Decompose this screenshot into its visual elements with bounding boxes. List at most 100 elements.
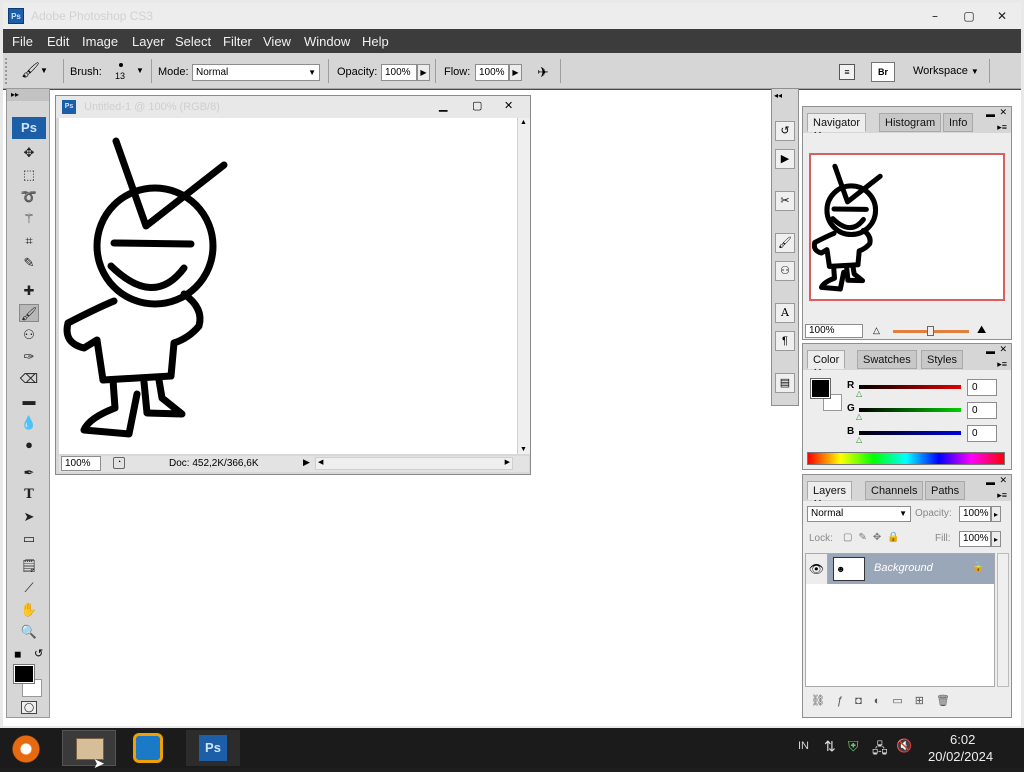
paragraph-panel-icon[interactable]: ¶ (775, 331, 795, 351)
slider-thumb[interactable] (927, 326, 934, 336)
canvas[interactable] (59, 118, 517, 454)
network-icon[interactable]: 🖧 (872, 738, 888, 762)
eraser-tool-icon[interactable]: ⌫ (19, 370, 39, 388)
volume-muted-icon[interactable]: 🔇 (896, 738, 912, 754)
tab-color[interactable]: Color ✕ (807, 350, 846, 379)
dodge-tool-icon[interactable]: ● (19, 436, 39, 454)
menu-image[interactable]: Image (82, 34, 118, 49)
menu-filter[interactable]: Filter (223, 34, 252, 49)
clone-stamp-tool-icon[interactable]: ⚇ (19, 326, 39, 344)
panel-menu-icon[interactable]: ▸≡ (997, 359, 1007, 370)
panel-close-icon[interactable]: ✕ (999, 475, 1007, 486)
menu-file[interactable]: File (12, 34, 33, 49)
tab-layers[interactable]: Layers ✕ (807, 481, 853, 510)
panel-minimize-icon[interactable]: ▬ (986, 477, 995, 487)
layer-opacity-button[interactable]: ▸ (991, 506, 1001, 522)
red-slider[interactable] (859, 385, 961, 389)
horizontal-scrollbar[interactable]: ◀ ▶ (315, 457, 513, 470)
flow-field[interactable]: 100% (475, 64, 509, 81)
blur-tool-icon[interactable]: 💧 (19, 414, 39, 432)
maximize-button[interactable]: ▢ (961, 9, 977, 23)
ubuntu-start-icon[interactable] (10, 733, 42, 765)
scroll-left-icon[interactable]: ◀ (318, 458, 323, 466)
airbrush-icon[interactable]: ✈ (532, 62, 554, 82)
move-tool-icon[interactable]: ✥ (19, 144, 39, 162)
menu-select[interactable]: Select (175, 34, 211, 49)
hand-tool-icon[interactable]: ✋ (19, 601, 39, 619)
eyedropper-tool-icon[interactable]: ⟋ (19, 579, 39, 597)
layer-fill-button[interactable]: ▸ (991, 531, 1001, 547)
tab-channels[interactable]: Channels (865, 481, 924, 500)
history-panel-icon[interactable]: ↺ (775, 121, 795, 141)
layers-scrollbar[interactable] (997, 553, 1009, 687)
dock-collapse-icon[interactable]: ◂◂ (774, 91, 782, 100)
status-menu-arrow-icon[interactable]: ▶ (303, 457, 310, 468)
slice-tool-icon[interactable]: ✎ (19, 254, 39, 272)
blue-slider[interactable] (859, 431, 961, 435)
keyboard-language[interactable]: IN (798, 740, 809, 752)
brush-tool-preset-icon[interactable]: 🖌▼ (21, 61, 51, 81)
clock-time[interactable]: 6:02 (950, 732, 975, 747)
red-value-field[interactable]: 0 (967, 379, 997, 396)
scroll-right-icon[interactable]: ▶ (505, 458, 510, 466)
layer-fill-field[interactable]: 100% (959, 531, 991, 547)
security-shield-icon[interactable]: ⛨ (848, 738, 859, 755)
status-icon[interactable]: ◔ (113, 457, 125, 469)
brush-picker[interactable]: 13 ▼ (115, 61, 145, 85)
green-slider-thumb[interactable]: △ (856, 412, 862, 421)
zoom-tool-icon[interactable]: 🔍 (19, 623, 39, 641)
clock-date[interactable]: 20/02/2024 (928, 749, 993, 764)
panel-close-icon[interactable]: ✕ (999, 107, 1007, 118)
navigator-zoom-slider[interactable] (893, 326, 969, 336)
vertical-scrollbar[interactable]: ▲ ▼ (517, 118, 530, 454)
tab-swatches[interactable]: Swatches (857, 350, 917, 369)
tab-navigator[interactable]: Navigator ✕ (807, 113, 867, 142)
title-bar[interactable]: Ps Adobe Photoshop CS3 – ▢ ✕ (3, 3, 1021, 29)
healing-brush-tool-icon[interactable]: ✚ (19, 282, 39, 300)
navigator-preview[interactable] (809, 153, 1005, 301)
menu-view[interactable]: View (263, 34, 291, 49)
minimize-button[interactable]: – (927, 9, 943, 23)
red-slider-thumb[interactable]: △ (856, 389, 862, 398)
green-slider[interactable] (859, 408, 961, 412)
opacity-slider-button[interactable]: ▶ (417, 64, 430, 81)
magic-wand-tool-icon[interactable]: ⚚ (19, 210, 39, 228)
notes-tool-icon[interactable]: 🗒 (19, 557, 39, 575)
opacity-field[interactable]: 100% (381, 64, 417, 81)
options-grip[interactable] (5, 58, 11, 84)
green-value-field[interactable]: 0 (967, 402, 997, 419)
crop-tool-icon[interactable]: ⌗ (19, 232, 39, 250)
type-tool-icon[interactable]: T (19, 486, 39, 504)
flow-slider-button[interactable]: ▶ (509, 64, 522, 81)
brush-tool-icon[interactable]: 🖌 (19, 304, 39, 322)
scroll-up-icon[interactable]: ▲ (520, 119, 527, 126)
layer-blend-mode-select[interactable]: Normal ▼ (807, 506, 911, 522)
mode-select[interactable]: Normal ▼ (192, 64, 320, 81)
panel-minimize-icon[interactable]: ▬ (986, 346, 995, 356)
doc-close-button[interactable]: ✕ (504, 99, 513, 112)
workspace-menu[interactable]: Workspace ▼ (913, 65, 979, 77)
palette-well-icon[interactable]: ≡ (839, 64, 855, 80)
layers-footer-icons[interactable]: ⛓ƒ◘◐▭⊞🗑 (811, 694, 962, 707)
default-colors-icon[interactable]: ◼ (14, 649, 21, 660)
taskbar-photoshop[interactable]: Ps (186, 730, 240, 766)
tool-presets-icon[interactable]: ✂ (775, 191, 795, 211)
pen-tool-icon[interactable]: ✒ (19, 464, 39, 482)
toolbox-collapse-icon[interactable]: ▸▸ (7, 89, 49, 101)
panel-minimize-icon[interactable]: ▬ (986, 109, 995, 119)
scroll-down-icon[interactable]: ▼ (520, 446, 527, 453)
document-title-bar[interactable]: Ps Untitled-1 @ 100% (RGB/8) ▁ ▢ ✕ (56, 96, 530, 118)
panel-menu-icon[interactable]: ▸≡ (997, 122, 1007, 133)
lock-icons[interactable]: ▢✎✥🔒 (843, 532, 906, 543)
taskbar-file-manager[interactable]: ➤ (62, 730, 116, 771)
zoom-in-icon[interactable]: ⛰ (977, 324, 986, 337)
menu-help[interactable]: Help (362, 34, 389, 49)
close-button[interactable]: ✕ (994, 9, 1010, 23)
color-spectrum-bar[interactable] (807, 452, 1005, 465)
gradient-tool-icon[interactable]: ▬ (19, 392, 39, 410)
vmware-icon[interactable] (133, 733, 163, 763)
panel-menu-icon[interactable]: ▸≡ (997, 490, 1007, 501)
menu-layer[interactable]: Layer (132, 34, 165, 49)
tab-paths[interactable]: Paths (925, 481, 966, 500)
brushes-panel-icon[interactable]: 🖌 (775, 233, 795, 253)
